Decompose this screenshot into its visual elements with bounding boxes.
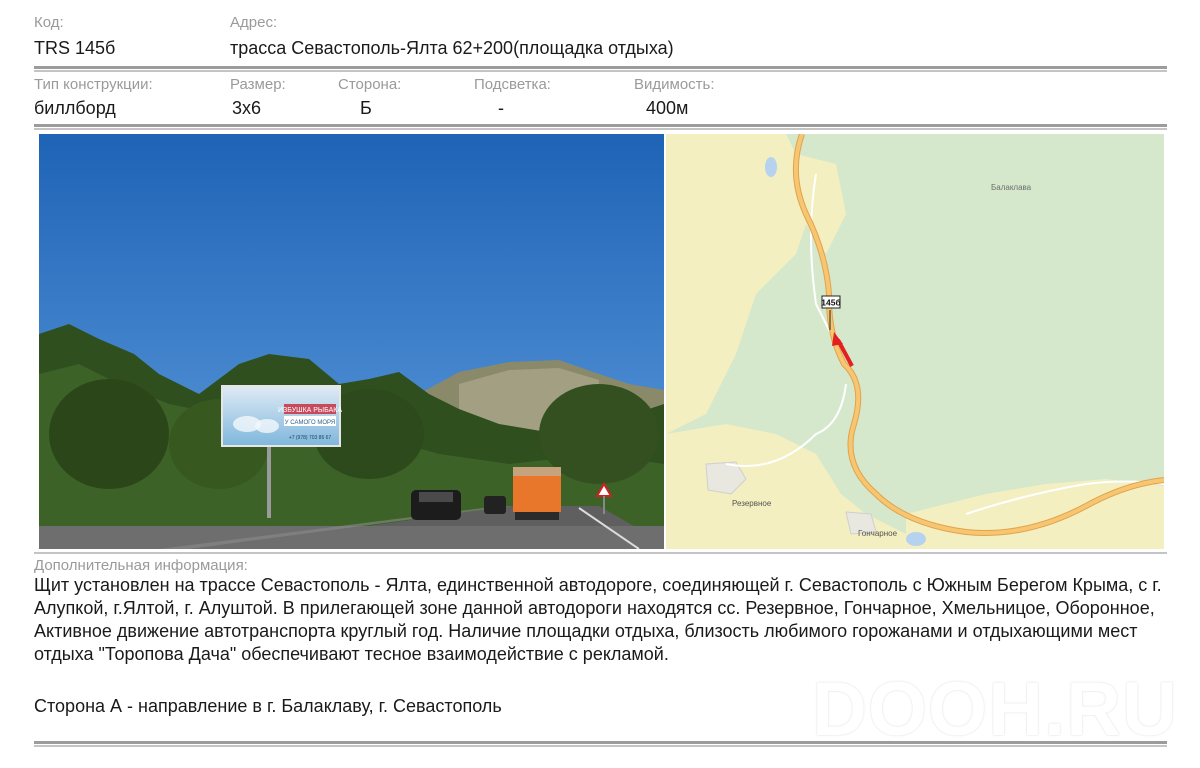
code-value: TRS 145б	[34, 38, 116, 58]
map-label-balaklava: Балаклава	[991, 183, 1032, 192]
header-divider-shadow	[34, 70, 1167, 72]
footer-divider	[34, 741, 1167, 744]
dooh-watermark: DOOH.RU	[812, 667, 1178, 752]
header-divider	[34, 66, 1167, 69]
billboard-line1: ИЗБУШКА РЫБАКА	[278, 407, 342, 414]
address-label: Адрес:	[230, 14, 278, 31]
additional-info-text: Щит установлен на трассе Севастополь - Я…	[34, 575, 1162, 664]
location-map: 145б Балаклава Резервное Гончарное	[666, 134, 1164, 549]
map-label-goncharnoe: Гончарное	[858, 529, 898, 538]
size-label: Размер:	[230, 76, 286, 93]
billboard-line2: У САМОГО МОРЯ	[285, 420, 335, 426]
site-photo: ИЗБУШКА РЫБАКА У САМОГО МОРЯ +7 (978) 70…	[39, 134, 664, 549]
visibility-label: Видимость:	[634, 76, 715, 93]
type-value: биллборд	[34, 98, 116, 118]
footer-divider-shadow	[34, 745, 1167, 747]
visibility-value: 400м	[646, 98, 689, 118]
specs-divider-shadow	[34, 128, 1167, 130]
map-label-rezervnoe: Резервное	[732, 499, 772, 508]
lighting-value: -	[498, 98, 504, 118]
map-divider	[34, 552, 1167, 554]
additional-info-label: Дополнительная информация:	[34, 557, 248, 574]
side-label: Сторона:	[338, 76, 402, 93]
code-label: Код:	[34, 14, 64, 31]
address-value: трасса Севастополь-Ялта 62+200(площадка …	[230, 38, 674, 58]
specs-divider	[34, 124, 1167, 127]
side-value: Б	[360, 98, 372, 118]
size-value: 3х6	[232, 98, 262, 118]
side-a-direction: Сторона А - направление в г. Балаклаву, …	[34, 696, 502, 716]
type-label: Тип конструкции:	[34, 76, 153, 93]
billboard-phone: +7 (978) 703 86 67	[289, 435, 332, 441]
lighting-label: Подсветка:	[474, 76, 551, 93]
map-marker-label: 145б	[821, 298, 840, 308]
